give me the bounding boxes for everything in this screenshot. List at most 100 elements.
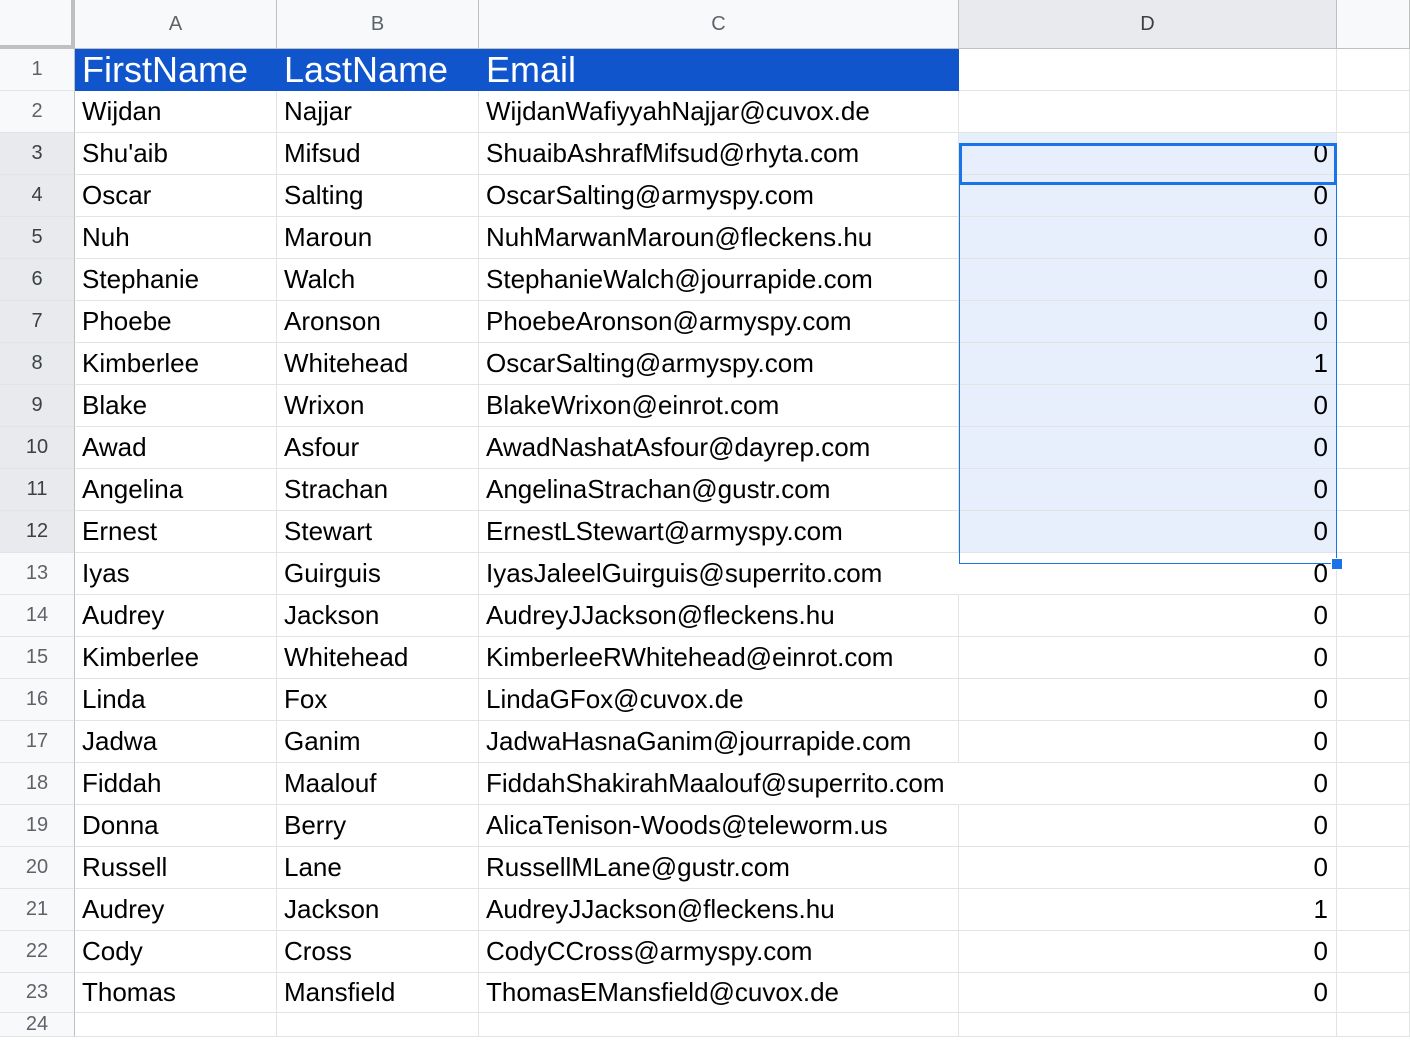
- cell-e[interactable]: [1337, 637, 1410, 679]
- cell-d1[interactable]: [959, 49, 1337, 91]
- cell-d-value[interactable]: 0: [959, 763, 1337, 805]
- cell-lastname[interactable]: Asfour: [277, 427, 479, 469]
- row-header[interactable]: 21: [0, 889, 75, 931]
- cell-email[interactable]: WijdanWafiyyahNajjar@cuvox.de: [479, 91, 959, 133]
- cell-e[interactable]: [1337, 133, 1410, 175]
- header-cell-email[interactable]: Email: [479, 49, 959, 91]
- row-header[interactable]: 23: [0, 973, 75, 1013]
- cell-d-value[interactable]: 0: [959, 469, 1337, 511]
- column-header-b[interactable]: B: [277, 0, 479, 49]
- cell-e[interactable]: [1337, 889, 1410, 931]
- row-header[interactable]: 10: [0, 427, 75, 469]
- cell-email[interactable]: StephanieWalch@jourrapide.com: [479, 259, 959, 301]
- cell-email[interactable]: AwadNashatAsfour@dayrep.com: [479, 427, 959, 469]
- cell-e[interactable]: [1337, 553, 1410, 595]
- cell-firstname[interactable]: Linda: [75, 679, 277, 721]
- row-header[interactable]: 11: [0, 469, 75, 511]
- column-header-e[interactable]: [1337, 0, 1410, 49]
- cell-e[interactable]: [1337, 931, 1410, 973]
- cell-lastname[interactable]: Wrixon: [277, 385, 479, 427]
- cell-email[interactable]: JadwaHasnaGanim@jourrapide.com: [479, 721, 959, 763]
- cell-email[interactable]: CodyCCross@armyspy.com: [479, 931, 959, 973]
- cell-email[interactable]: AlicaTenison-Woods@teleworm.us: [479, 805, 959, 847]
- cell-email[interactable]: AudreyJJackson@fleckens.hu: [479, 595, 959, 637]
- row-header[interactable]: 4: [0, 175, 75, 217]
- row-header[interactable]: 3: [0, 133, 75, 175]
- cell-lastname[interactable]: Whitehead: [277, 343, 479, 385]
- cell-e[interactable]: [1337, 973, 1410, 1013]
- column-header-a[interactable]: A: [75, 0, 277, 49]
- cell-d-value[interactable]: 1: [959, 343, 1337, 385]
- row-header[interactable]: 22: [0, 931, 75, 973]
- cell-firstname[interactable]: Kimberlee: [75, 343, 277, 385]
- cell-firstname[interactable]: Jadwa: [75, 721, 277, 763]
- cell-firstname[interactable]: Iyas: [75, 553, 277, 595]
- row-header[interactable]: 19: [0, 805, 75, 847]
- cell-d-value[interactable]: 0: [959, 511, 1337, 553]
- cell-d-value[interactable]: 0: [959, 133, 1337, 175]
- cell-d-value[interactable]: 0: [959, 175, 1337, 217]
- cell-email[interactable]: ThomasEMansfield@cuvox.de: [479, 973, 959, 1013]
- cell-e[interactable]: [1337, 217, 1410, 259]
- cell-e[interactable]: [1337, 511, 1410, 553]
- select-all-corner[interactable]: [0, 0, 75, 49]
- row-header[interactable]: 5: [0, 217, 75, 259]
- cell-email[interactable]: LindaGFox@cuvox.de: [479, 679, 959, 721]
- cell-lastname[interactable]: Stewart: [277, 511, 479, 553]
- row-header[interactable]: 12: [0, 511, 75, 553]
- cell-email[interactable]: ShuaibAshrafMifsud@rhyta.com: [479, 133, 959, 175]
- cell-lastname[interactable]: Ganim: [277, 721, 479, 763]
- cell-e[interactable]: [1337, 763, 1410, 805]
- cell-firstname[interactable]: Fiddah: [75, 763, 277, 805]
- cell-lastname[interactable]: Cross: [277, 931, 479, 973]
- cell-e[interactable]: [1337, 91, 1410, 133]
- cell-lastname[interactable]: Fox: [277, 679, 479, 721]
- cell-firstname[interactable]: Blake: [75, 385, 277, 427]
- row-header[interactable]: 16: [0, 679, 75, 721]
- cell-d-value[interactable]: 0: [959, 301, 1337, 343]
- cell-lastname[interactable]: Guirguis: [277, 553, 479, 595]
- cell-e[interactable]: [1337, 847, 1410, 889]
- cell-d-value[interactable]: 0: [959, 721, 1337, 763]
- cell-lastname[interactable]: Lane: [277, 847, 479, 889]
- header-cell-lastname[interactable]: LastName: [277, 49, 479, 91]
- cell-d-value[interactable]: 0: [959, 595, 1337, 637]
- cell-lastname[interactable]: Whitehead: [277, 637, 479, 679]
- cell-d-value[interactable]: 0: [959, 553, 1337, 595]
- cell-email[interactable]: NuhMarwanMaroun@fleckens.hu: [479, 217, 959, 259]
- cell-lastname[interactable]: Jackson: [277, 889, 479, 931]
- empty-cell[interactable]: [959, 1013, 1337, 1037]
- header-cell-firstname[interactable]: FirstName: [75, 49, 277, 91]
- cell-lastname[interactable]: Mifsud: [277, 133, 479, 175]
- cell-lastname[interactable]: Maalouf: [277, 763, 479, 805]
- cell-lastname[interactable]: Najjar: [277, 91, 479, 133]
- fill-handle[interactable]: [1331, 558, 1343, 570]
- cell-lastname[interactable]: Strachan: [277, 469, 479, 511]
- cell-e[interactable]: [1337, 259, 1410, 301]
- cell-firstname[interactable]: Cody: [75, 931, 277, 973]
- cell-email[interactable]: FiddahShakirahMaalouf@superrito.com: [479, 763, 959, 805]
- cell-firstname[interactable]: Phoebe: [75, 301, 277, 343]
- cell-email[interactable]: AudreyJJackson@fleckens.hu: [479, 889, 959, 931]
- cell-email[interactable]: AngelinaStrachan@gustr.com: [479, 469, 959, 511]
- cell-d-value[interactable]: 0: [959, 259, 1337, 301]
- cell-lastname[interactable]: Maroun: [277, 217, 479, 259]
- empty-cell[interactable]: [277, 1013, 479, 1037]
- cell-firstname[interactable]: Ernest: [75, 511, 277, 553]
- cell-firstname[interactable]: Awad: [75, 427, 277, 469]
- row-header[interactable]: 2: [0, 91, 75, 133]
- row-header[interactable]: 1: [0, 49, 75, 91]
- cell-d-value[interactable]: 0: [959, 931, 1337, 973]
- column-header-d[interactable]: D: [959, 0, 1337, 49]
- empty-cell[interactable]: [1337, 1013, 1410, 1037]
- row-header[interactable]: 24: [0, 1013, 75, 1037]
- row-header[interactable]: 9: [0, 385, 75, 427]
- cell-email[interactable]: PhoebeAronson@armyspy.com: [479, 301, 959, 343]
- cell-e[interactable]: [1337, 175, 1410, 217]
- cell-d-value[interactable]: 1: [959, 889, 1337, 931]
- cell-d-value[interactable]: 0: [959, 637, 1337, 679]
- cell-d-value[interactable]: 0: [959, 805, 1337, 847]
- row-header[interactable]: 8: [0, 343, 75, 385]
- cell-d-value[interactable]: 0: [959, 427, 1337, 469]
- cell-e[interactable]: [1337, 385, 1410, 427]
